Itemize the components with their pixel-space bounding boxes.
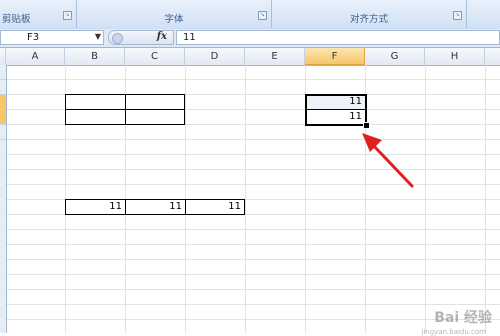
fill-handle[interactable] xyxy=(363,122,370,129)
column-headers: A B C D E F G H xyxy=(0,48,500,66)
chevron-down-icon[interactable]: ▼ xyxy=(95,32,101,41)
ribbon-group-label: 字体 xyxy=(164,14,184,25)
column-header-e[interactable]: E xyxy=(245,48,305,65)
column-header-h[interactable]: H xyxy=(425,48,485,65)
cell-b2[interactable] xyxy=(65,94,126,110)
selection-frame xyxy=(305,94,367,126)
formula-controls: fx xyxy=(108,30,174,45)
dialog-launcher-icon[interactable]: ↘ xyxy=(63,11,72,20)
cell-b3[interactable] xyxy=(65,109,126,125)
cell-d9[interactable]: 11 xyxy=(185,199,245,215)
watermark-subtext: jingyan.baidu.com xyxy=(421,328,486,336)
column-header-f[interactable]: F xyxy=(305,48,365,65)
row-header[interactable] xyxy=(0,65,6,80)
insert-function-icon[interactable]: fx xyxy=(157,31,167,42)
column-header-g[interactable]: G xyxy=(365,48,425,65)
ribbon-group-font: 字体 ↘ xyxy=(77,0,272,28)
row-header[interactable] xyxy=(0,125,6,140)
watermark-text: Bai 经验 xyxy=(434,310,492,326)
ribbon-group-labels: 剪贴板 ↘ 字体 ↘ 对齐方式 ↘ xyxy=(0,0,500,30)
cell-c3[interactable] xyxy=(125,109,185,125)
cell-c2[interactable] xyxy=(125,94,185,110)
ribbon-group-clipboard: 剪贴板 ↘ xyxy=(0,0,77,28)
row-header[interactable] xyxy=(0,80,6,95)
cell-c9[interactable]: 11 xyxy=(125,199,186,215)
column-header-c[interactable]: C xyxy=(125,48,185,65)
column-header-b[interactable]: B xyxy=(65,48,125,65)
row-header-selected[interactable] xyxy=(0,95,6,110)
formula-input[interactable]: 11 xyxy=(176,30,500,45)
dialog-launcher-icon[interactable]: ↘ xyxy=(453,11,462,20)
ribbon-group-next xyxy=(467,0,500,28)
worksheet-grid[interactable]: 11 11 11 11 11 xyxy=(7,65,500,333)
row-header-selected[interactable] xyxy=(0,110,6,125)
resize-handle-icon[interactable] xyxy=(112,33,123,44)
row-headers xyxy=(0,65,7,333)
column-header-a[interactable]: A xyxy=(6,48,65,65)
formula-value: 11 xyxy=(183,32,196,43)
column-header-d[interactable]: D xyxy=(185,48,245,65)
ribbon-group-alignment: 对齐方式 ↘ xyxy=(272,0,467,28)
name-box[interactable]: F3 ▼ xyxy=(0,30,104,45)
dialog-launcher-icon[interactable]: ↘ xyxy=(258,11,267,20)
watermark-logo: Bai 经验 jingyan.baidu.com xyxy=(421,307,492,336)
ribbon-group-label: 对齐方式 xyxy=(349,14,388,25)
name-box-value: F3 xyxy=(27,32,40,43)
formula-bar: F3 ▼ fx 11 xyxy=(0,29,500,48)
cell-b9[interactable]: 11 xyxy=(65,199,126,215)
